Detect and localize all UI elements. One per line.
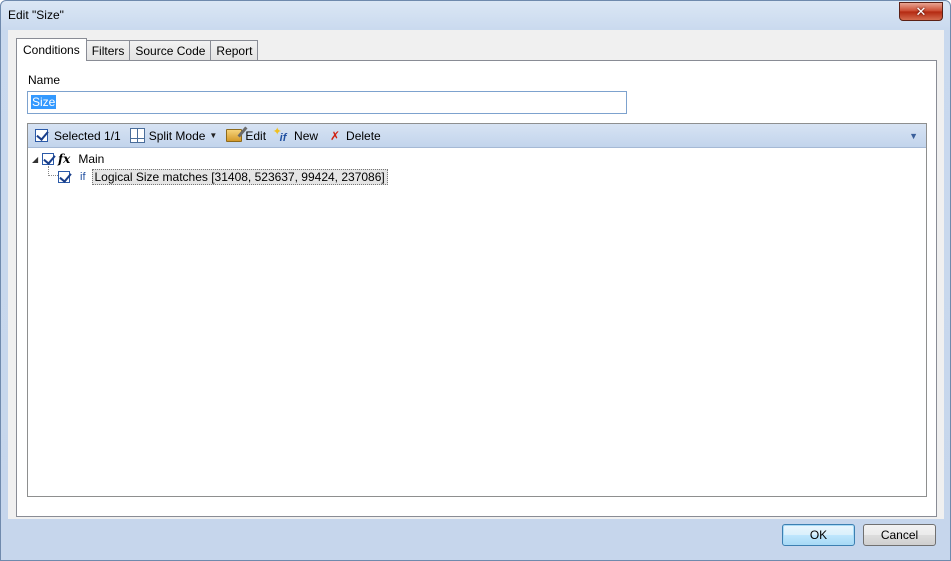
tab-strip: Conditions Filters Source Code Report — [16, 38, 259, 61]
edit-button[interactable]: Edit — [223, 125, 269, 147]
collapse-triangle-icon[interactable]: ◢ — [32, 155, 42, 164]
name-label: Name — [28, 73, 61, 87]
tab-label: Report — [216, 43, 253, 58]
conditions-tree: ◢ fx Main if Logical Size matches [31408… — [28, 148, 926, 186]
window-title: Edit "Size" — [8, 8, 64, 22]
tab-source-code[interactable]: Source Code — [129, 40, 212, 60]
condition-text: Logical Size matches [31408, 523637, 994… — [91, 169, 388, 185]
ok-button[interactable]: OK — [782, 524, 855, 546]
tab-report[interactable]: Report — [210, 40, 259, 60]
tab-conditions[interactable]: Conditions — [16, 38, 87, 61]
close-button[interactable]: ✕ — [899, 2, 943, 21]
new-label: New — [294, 128, 319, 143]
new-condition-icon: ✦ if — [272, 125, 287, 144]
tab-label: Filters — [91, 43, 125, 58]
edit-label: Edit — [245, 128, 267, 143]
delete-icon: ✗ — [330, 128, 341, 143]
selected-label: Selected 1/1 — [54, 128, 121, 143]
name-input-value: Size — [31, 95, 57, 109]
tree-node-condition[interactable]: if Logical Size matches [31408, 523637, … — [28, 168, 926, 186]
checkbox-icon[interactable] — [42, 153, 54, 165]
tree-node-main[interactable]: ◢ fx Main — [28, 150, 926, 168]
delete-button[interactable]: ✗ Delete — [324, 125, 384, 147]
function-icon: fx — [58, 152, 71, 166]
selected-button[interactable]: Selected 1/1 — [32, 125, 124, 147]
ok-label: OK — [809, 528, 828, 542]
conditions-panel: Name Size Selected 1/1 Split Mode ▼ Edit… — [16, 60, 937, 517]
cancel-button[interactable]: Cancel — [863, 524, 936, 546]
split-mode-label: Split Mode — [148, 128, 206, 143]
title-bar[interactable]: Edit "Size" ✕ — [1, 1, 950, 31]
name-input[interactable]: Size — [27, 91, 627, 114]
new-button[interactable]: ✦ if New — [272, 125, 321, 147]
split-mode-button[interactable]: Split Mode ▼ — [127, 125, 221, 147]
dialog-window: Edit "Size" ✕ Conditions Filters Source … — [0, 0, 951, 561]
editor-toolbar: Selected 1/1 Split Mode ▼ Edit ✦ if New … — [28, 124, 926, 148]
tree-node-label: Main — [78, 152, 105, 166]
checkbox-icon[interactable] — [58, 171, 70, 183]
split-view-icon — [129, 128, 146, 144]
tab-label: Source Code — [135, 43, 206, 58]
chevron-down-icon: ▼ — [209, 131, 218, 140]
checkbox-icon — [35, 128, 51, 144]
cancel-label: Cancel — [880, 528, 919, 542]
close-icon: ✕ — [915, 3, 927, 19]
if-keyword: if — [80, 171, 86, 183]
toolbar-overflow-icon[interactable]: ▼ — [909, 131, 918, 141]
tab-label: Conditions — [23, 43, 80, 57]
conditions-editor: Selected 1/1 Split Mode ▼ Edit ✦ if New … — [27, 123, 927, 497]
edit-icon — [226, 128, 243, 144]
delete-label: Delete — [346, 128, 381, 143]
tab-filters[interactable]: Filters — [85, 40, 131, 60]
dialog-client-area: Conditions Filters Source Code Report Na… — [8, 30, 944, 519]
